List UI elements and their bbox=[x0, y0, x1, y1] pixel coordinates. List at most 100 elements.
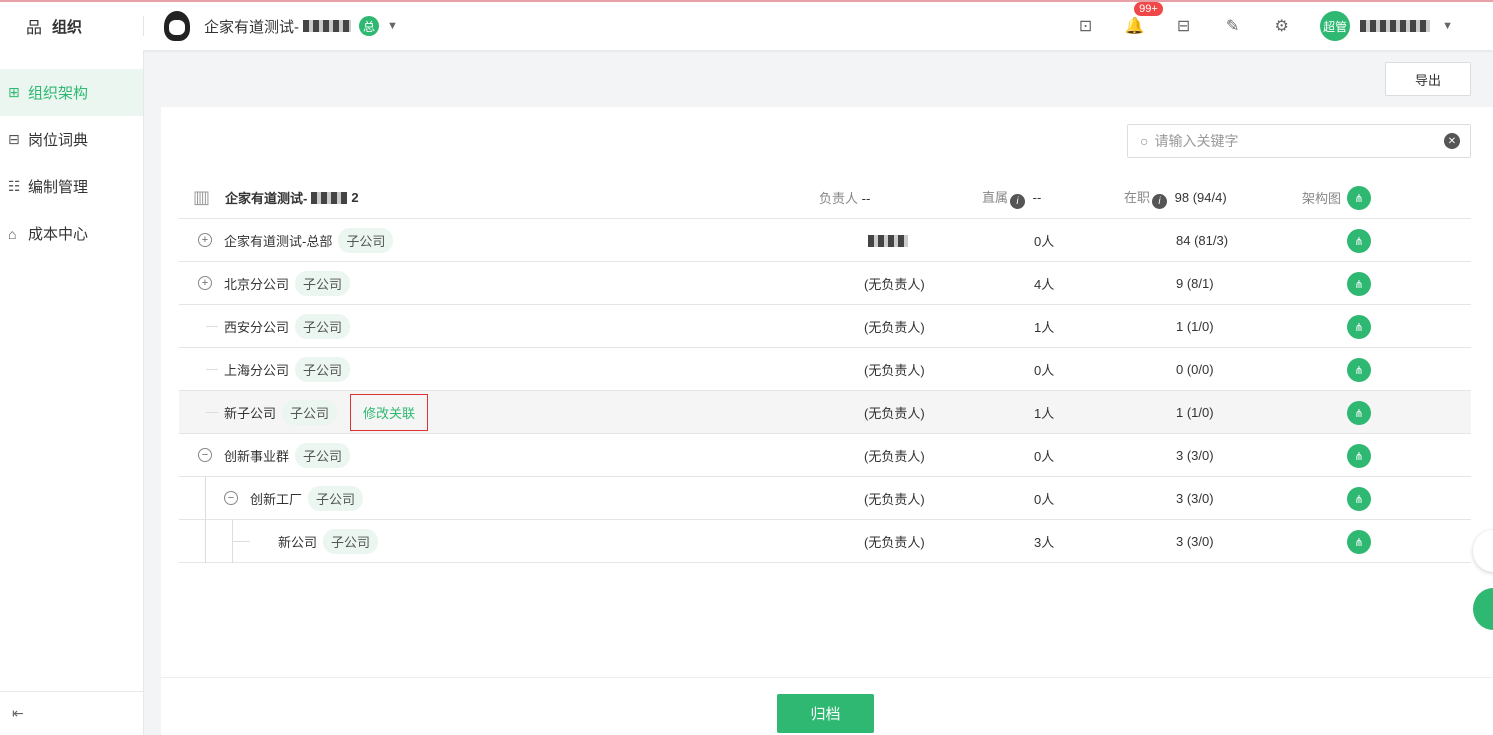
direct-label: 直属 bbox=[982, 189, 1009, 205]
app-title: 组织 bbox=[52, 18, 83, 36]
direct-count: 1人 bbox=[1034, 405, 1055, 421]
search-icon: ○ bbox=[1140, 133, 1149, 149]
org-chart-icon[interactable]: ⋔ bbox=[1347, 186, 1371, 210]
building-icon: ▥ bbox=[193, 186, 211, 207]
company-avatar bbox=[164, 11, 190, 41]
collapse-sidebar-icon[interactable]: ⇤ bbox=[0, 691, 143, 735]
owner-name: (无负责人) bbox=[864, 276, 925, 292]
org-chart-icon[interactable]: ⋔ bbox=[1347, 229, 1371, 253]
sidebar-item-label: 组织架构 bbox=[28, 85, 89, 102]
redacted-text bbox=[303, 20, 351, 32]
owner-name: (无负责人) bbox=[864, 491, 925, 507]
org-icon: 品 bbox=[26, 20, 43, 37]
org-chart-icon[interactable]: ⋔ bbox=[1347, 272, 1371, 296]
direct-count: 4人 bbox=[1034, 276, 1055, 292]
sidebar-item-position-dict[interactable]: ⊟ 岗位词典 bbox=[0, 116, 143, 163]
company-badge: 总 bbox=[359, 16, 379, 36]
list-icon: ☷ bbox=[8, 178, 21, 194]
info-icon[interactable]: i bbox=[1010, 193, 1026, 209]
search-input[interactable] bbox=[1154, 133, 1425, 149]
inbox-icon[interactable]: ⊟ bbox=[1159, 16, 1208, 36]
company-switcher[interactable]: 企家有道测试- 总 ▼ bbox=[164, 11, 398, 41]
table-row[interactable]: 新公司 子公司 (无负责人) 3人 3 (3/0) ⋔ bbox=[179, 520, 1471, 563]
direct-value: -- bbox=[1032, 189, 1042, 205]
user-menu[interactable]: ▼ bbox=[1356, 20, 1493, 32]
table-row[interactable]: − 创新事业群 子公司 (无负责人) 0人 3 (3/0) ⋔ bbox=[179, 434, 1471, 477]
export-button[interactable]: 导出 bbox=[1385, 62, 1471, 96]
search-box: ○ ✕ bbox=[1127, 124, 1471, 158]
chart-label: 架构图 bbox=[1302, 191, 1342, 206]
table-row[interactable]: − 创新工厂 子公司 (无负责人) 0人 3 (3/0) ⋔ bbox=[179, 477, 1471, 520]
info-icon[interactable]: i bbox=[1152, 193, 1168, 209]
user-avatar[interactable]: 超管 bbox=[1320, 11, 1351, 41]
staff-value: 98 (94/4) bbox=[1174, 189, 1227, 205]
gear-icon[interactable]: ⚙ bbox=[1257, 16, 1306, 36]
table-row[interactable]: + 北京分公司 子公司 (无负责人) 4人 9 (8/1) ⋔ bbox=[179, 262, 1471, 305]
owner-name: (无负责人) bbox=[864, 448, 925, 464]
owner-name: (无负责人) bbox=[864, 534, 925, 550]
org-chart-icon[interactable]: ⋔ bbox=[1347, 358, 1371, 382]
org-name: 创新工厂 bbox=[250, 491, 303, 507]
root-name-suffix: 2 bbox=[351, 190, 359, 205]
org-chart-icon[interactable]: ⋔ bbox=[1347, 487, 1371, 511]
collapse-icon[interactable]: − bbox=[224, 491, 238, 505]
collapse-icon[interactable]: − bbox=[198, 448, 212, 462]
edit-association-link[interactable]: 修改关联 bbox=[350, 393, 429, 431]
footer-bar: 归档 bbox=[161, 677, 1493, 735]
app-brand: 品 组织 bbox=[0, 16, 144, 37]
sidebar-item-headcount[interactable]: ☷ 编制管理 bbox=[0, 163, 143, 210]
building-icon: ⌂ bbox=[8, 225, 17, 242]
expand-icon[interactable]: + bbox=[198, 276, 212, 290]
org-name: 上海分公司 bbox=[224, 362, 290, 378]
org-chart-icon[interactable]: ⋔ bbox=[1347, 401, 1371, 425]
staff-count: 1 (1/0) bbox=[1176, 404, 1214, 420]
org-name: 北京分公司 bbox=[224, 276, 290, 292]
org-chart-icon[interactable]: ⋔ bbox=[1347, 530, 1371, 554]
direct-count: 0人 bbox=[1034, 233, 1055, 249]
subsidiary-tag: 子公司 bbox=[308, 485, 364, 511]
sidebar-item-cost-center[interactable]: ⌂ 成本中心 bbox=[0, 210, 143, 257]
notification-badge: 99+ bbox=[1134, 2, 1163, 16]
owner-name: (无负责人) bbox=[864, 405, 925, 421]
clear-icon[interactable]: ✕ bbox=[1444, 133, 1460, 149]
chevron-down-icon: ▼ bbox=[387, 20, 398, 32]
sidebar: ⊞ 组织架构 ⊟ 岗位词典 ☷ 编制管理 ⌂ 成本中心 ⇤ bbox=[0, 50, 144, 735]
store-icon[interactable]: ⊡ bbox=[1061, 16, 1110, 36]
expand-icon[interactable]: + bbox=[198, 233, 212, 247]
dictionary-icon: ⊟ bbox=[8, 131, 20, 147]
table-header-row: ▥ 企家有道测试- 2 负责人 -- 直属 i -- 在职 i 98 (94/4) … bbox=[179, 177, 1471, 219]
subsidiary-tag: 子公司 bbox=[338, 227, 394, 253]
subsidiary-tag: 子公司 bbox=[295, 313, 351, 339]
org-name: 西安分公司 bbox=[224, 319, 290, 335]
edit-icon[interactable]: ✎ bbox=[1208, 16, 1257, 36]
bell-icon[interactable]: 🔔 99+ bbox=[1110, 2, 1163, 36]
table-row[interactable]: 上海分公司 子公司 (无负责人) 0人 0 (0/0) ⋔ bbox=[179, 348, 1471, 391]
table-row[interactable]: 新子公司 子公司 修改关联 (无负责人) 1人 1 (1/0) ⋔ bbox=[179, 391, 1471, 434]
org-name: 企家有道测试-总部 bbox=[224, 233, 333, 249]
direct-count: 0人 bbox=[1034, 362, 1055, 378]
staff-count: 9 (8/1) bbox=[1176, 275, 1214, 291]
org-name: 新子公司 bbox=[224, 405, 277, 421]
staff-count: 0 (0/0) bbox=[1176, 361, 1214, 377]
archive-button[interactable]: 归档 bbox=[777, 694, 874, 733]
staff-count: 3 (3/0) bbox=[1176, 533, 1214, 549]
org-chart-icon[interactable]: ⋔ bbox=[1347, 444, 1371, 468]
subsidiary-tag: 子公司 bbox=[282, 399, 338, 425]
top-bar: 品 组织 企家有道测试- 总 ▼ ⊡ 🔔 99+ ⊟ ✎ ⚙ 超管 ▼ bbox=[0, 0, 1493, 50]
table-row[interactable]: + 企家有道测试-总部 子公司 0人 84 (81/3) ⋔ bbox=[179, 219, 1471, 262]
subsidiary-tag: 子公司 bbox=[295, 270, 351, 296]
direct-count: 1人 bbox=[1034, 319, 1055, 335]
table-row[interactable]: 西安分公司 子公司 (无负责人) 1人 1 (1/0) ⋔ bbox=[179, 305, 1471, 348]
company-name: 企家有道测试- bbox=[204, 18, 299, 36]
staff-count: 1 (1/0) bbox=[1176, 318, 1214, 334]
owner-name: (无负责人) bbox=[864, 362, 925, 378]
subsidiary-tag: 子公司 bbox=[295, 356, 351, 382]
owner-name: (无负责人) bbox=[864, 319, 925, 335]
redacted-text bbox=[311, 191, 348, 204]
org-name: 新公司 bbox=[278, 534, 318, 550]
org-chart-icon[interactable]: ⋔ bbox=[1347, 315, 1371, 339]
direct-count: 0人 bbox=[1034, 448, 1055, 464]
org-card: ○ ✕ ▥ 企家有道测试- 2 负责人 -- 直属i -- 在职i 98 (94… bbox=[161, 107, 1493, 735]
chevron-down-icon: ▼ bbox=[1442, 20, 1453, 32]
sidebar-item-org-structure[interactable]: ⊞ 组织架构 bbox=[0, 69, 143, 116]
